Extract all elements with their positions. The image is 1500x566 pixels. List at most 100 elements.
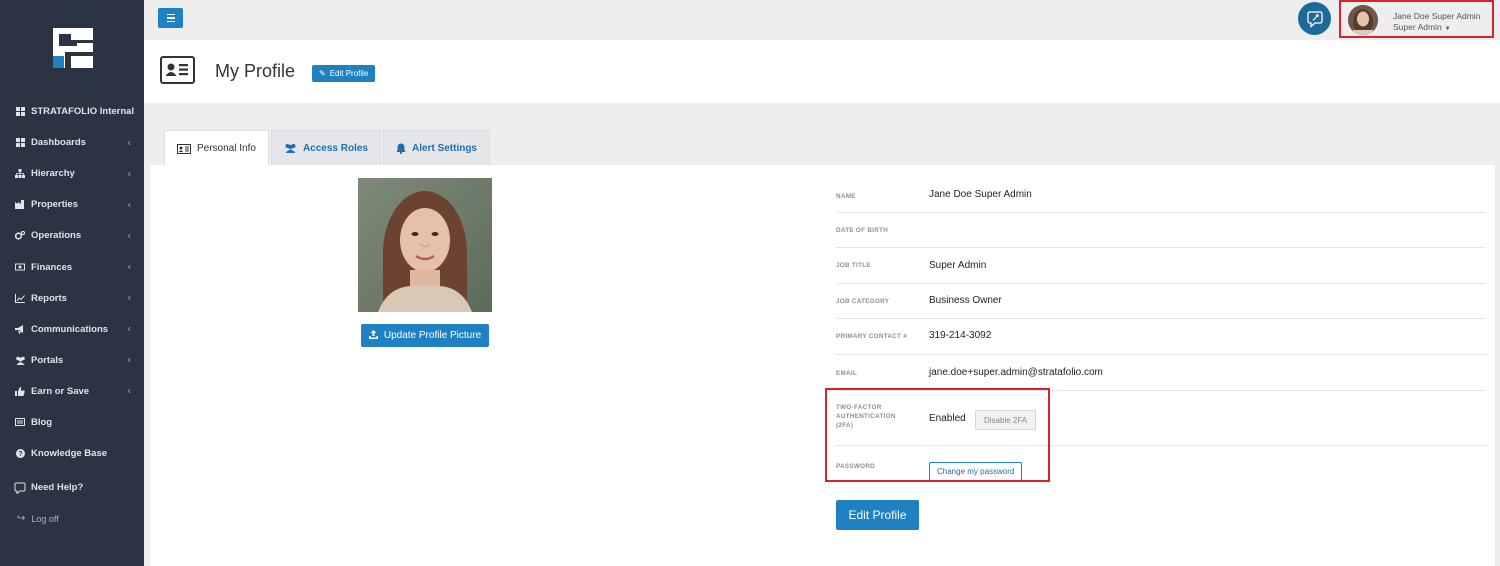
chevron-left-icon: ‹ — [127, 323, 131, 335]
bell-icon — [396, 143, 406, 154]
chat-help-icon — [14, 482, 26, 494]
job-title-value: Super Admin — [929, 260, 987, 271]
pencil-icon: ✎ — [319, 69, 326, 78]
update-profile-picture-button[interactable]: Update Profile Picture — [361, 324, 489, 347]
sitemap-icon — [14, 169, 26, 179]
grid-icon — [14, 138, 26, 148]
stratafolio-logo[interactable] — [51, 26, 95, 70]
chevron-left-icon: ‹ — [127, 230, 131, 242]
sidebar-item-operations[interactable]: Operations ‹ — [0, 220, 144, 251]
sidebar-item-label: Reports — [31, 292, 67, 304]
chevron-left-icon: ‹ — [127, 137, 131, 149]
sidebar-item-label: Dashboards — [31, 137, 86, 149]
sidebar-item-dashboards[interactable]: Dashboards ‹ — [0, 127, 144, 158]
sidebar-item-portals[interactable]: Portals ‹ — [0, 345, 144, 376]
sidebar-item-label: STRATAFOLIO Internal — [31, 106, 135, 118]
tab-personal-info[interactable]: Personal Info — [164, 130, 269, 166]
caret-down-icon: ▼ — [1444, 26, 1451, 32]
profile-card: Update Profile Picture NAME Jane Doe Sup… — [150, 165, 1495, 566]
line-chart-icon — [14, 293, 26, 303]
id-card-icon — [177, 143, 191, 154]
gears-icon — [14, 231, 26, 241]
chevron-left-icon: ‹ — [127, 261, 131, 273]
newspaper-icon — [14, 417, 26, 427]
email-value: jane.doe+super.admin@stratafolio.com — [929, 367, 1103, 378]
bullhorn-icon — [14, 324, 26, 334]
logout-icon: ↪ — [17, 513, 26, 524]
sidebar-nav: STRATAFOLIO Internal ‹ Dashboards ‹ Hier… — [0, 96, 144, 503]
dob-label: DATE OF BIRTH — [836, 227, 889, 234]
job-category-value: Business Owner — [929, 295, 1002, 306]
name-label: NAME — [836, 193, 856, 200]
chat-bubble-icon — [1306, 10, 1323, 28]
edit-profile-button[interactable]: Edit Profile — [836, 500, 919, 530]
sidebar-item-label: Communications — [31, 323, 109, 335]
avatar-image — [1348, 5, 1378, 35]
job-category-row: JOB CATEGORY Business Owner — [836, 284, 1486, 319]
user-role: Super Admin ▼ — [1393, 22, 1451, 32]
money-icon — [14, 262, 26, 272]
chevron-left-icon: ‹ — [127, 292, 131, 304]
sidebar-item-blog[interactable]: Blog — [0, 407, 144, 438]
menu-toggle-button[interactable] — [158, 8, 183, 28]
logoff-link[interactable]: ↪ Log off — [17, 513, 59, 524]
tab-access-roles[interactable]: Access Roles — [270, 130, 381, 165]
security-highlight-box — [825, 388, 1050, 482]
avatar[interactable] — [1348, 5, 1378, 35]
user-name: Jane Doe Super Admin — [1393, 11, 1481, 21]
sidebar-item-label: Knowledge Base — [31, 448, 108, 460]
job-title-row: JOB TITLE Super Admin — [836, 248, 1486, 284]
sidebar-item-properties[interactable]: Properties ‹ — [0, 189, 144, 220]
user-menu[interactable]: Jane Doe Super Admin Super Admin ▼ — [1339, 0, 1494, 38]
chat-button[interactable] — [1298, 2, 1331, 35]
upload-icon — [368, 329, 378, 342]
chevron-left-icon: ‹ — [127, 385, 131, 397]
page-header: My Profile ✎ Edit Profile — [144, 40, 1500, 103]
top-bar: Jane Doe Super Admin Super Admin ▼ — [144, 0, 1500, 40]
sidebar-item-need-help[interactable]: Need Help? — [0, 472, 144, 503]
page-title: My Profile — [215, 61, 296, 81]
sidebar-item-label: Operations — [31, 230, 82, 242]
name-row: NAME Jane Doe Super Admin — [836, 177, 1486, 213]
sidebar-item-stratafolio-internal[interactable]: STRATAFOLIO Internal ‹ — [0, 96, 144, 127]
tab-label: Personal Info — [197, 143, 256, 154]
sidebar-item-communications[interactable]: Communications ‹ — [0, 314, 144, 345]
sidebar-item-label: Portals — [31, 354, 64, 366]
profile-tabs: Personal Info Access Roles Alert Setting… — [164, 130, 492, 166]
primary-contact-row: PRIMARY CONTACT # 319-214-3092 — [836, 319, 1486, 355]
update-picture-label: Update Profile Picture — [383, 330, 482, 341]
sidebar-item-hierarchy[interactable]: Hierarchy ‹ — [0, 158, 144, 189]
question-circle-icon: ? — [14, 449, 26, 459]
sidebar-item-label: Earn or Save — [31, 385, 90, 397]
sidebar-item-label: Hierarchy — [31, 168, 75, 180]
edit-profile-header-button[interactable]: ✎ Edit Profile — [312, 65, 376, 82]
sidebar-item-knowledge-base[interactable]: ? Knowledge Base — [0, 438, 144, 469]
logoff-label: Log off — [31, 513, 59, 524]
name-value: Jane Doe Super Admin — [929, 189, 1032, 200]
sidebar-item-reports[interactable]: Reports ‹ — [0, 283, 144, 314]
email-label: EMAIL — [836, 370, 858, 377]
svg-text:?: ? — [18, 451, 22, 458]
sidebar-item-label: Properties — [31, 199, 78, 211]
sidebar-item-earn-or-save[interactable]: Earn or Save ‹ — [0, 376, 144, 407]
job-title-label: JOB TITLE — [836, 262, 871, 269]
sidebar-item-label: Finances — [31, 261, 73, 273]
chevron-left-icon: ‹ — [127, 199, 131, 211]
sidebar: STRATAFOLIO Internal ‹ Dashboards ‹ Hier… — [0, 0, 144, 566]
job-category-label: JOB CATEGORY — [836, 298, 890, 305]
dob-row: DATE OF BIRTH — [836, 213, 1486, 248]
users-icon — [14, 355, 26, 365]
edit-profile-label: Edit Profile — [329, 69, 369, 78]
tab-alert-settings[interactable]: Alert Settings — [382, 130, 490, 165]
sidebar-item-label: Blog — [31, 416, 53, 428]
primary-contact-value: 319-214-3092 — [929, 330, 992, 341]
tab-label: Access Roles — [302, 142, 368, 154]
chevron-left-icon: ‹ — [127, 106, 131, 118]
tab-label: Alert Settings — [411, 142, 477, 154]
grid-icon — [14, 107, 26, 117]
thumbs-up-icon — [14, 386, 26, 396]
hamburger-icon — [166, 13, 175, 16]
sidebar-item-label: Need Help? — [31, 482, 84, 494]
sidebar-item-finances[interactable]: Finances ‹ — [0, 251, 144, 282]
building-icon — [14, 200, 26, 210]
